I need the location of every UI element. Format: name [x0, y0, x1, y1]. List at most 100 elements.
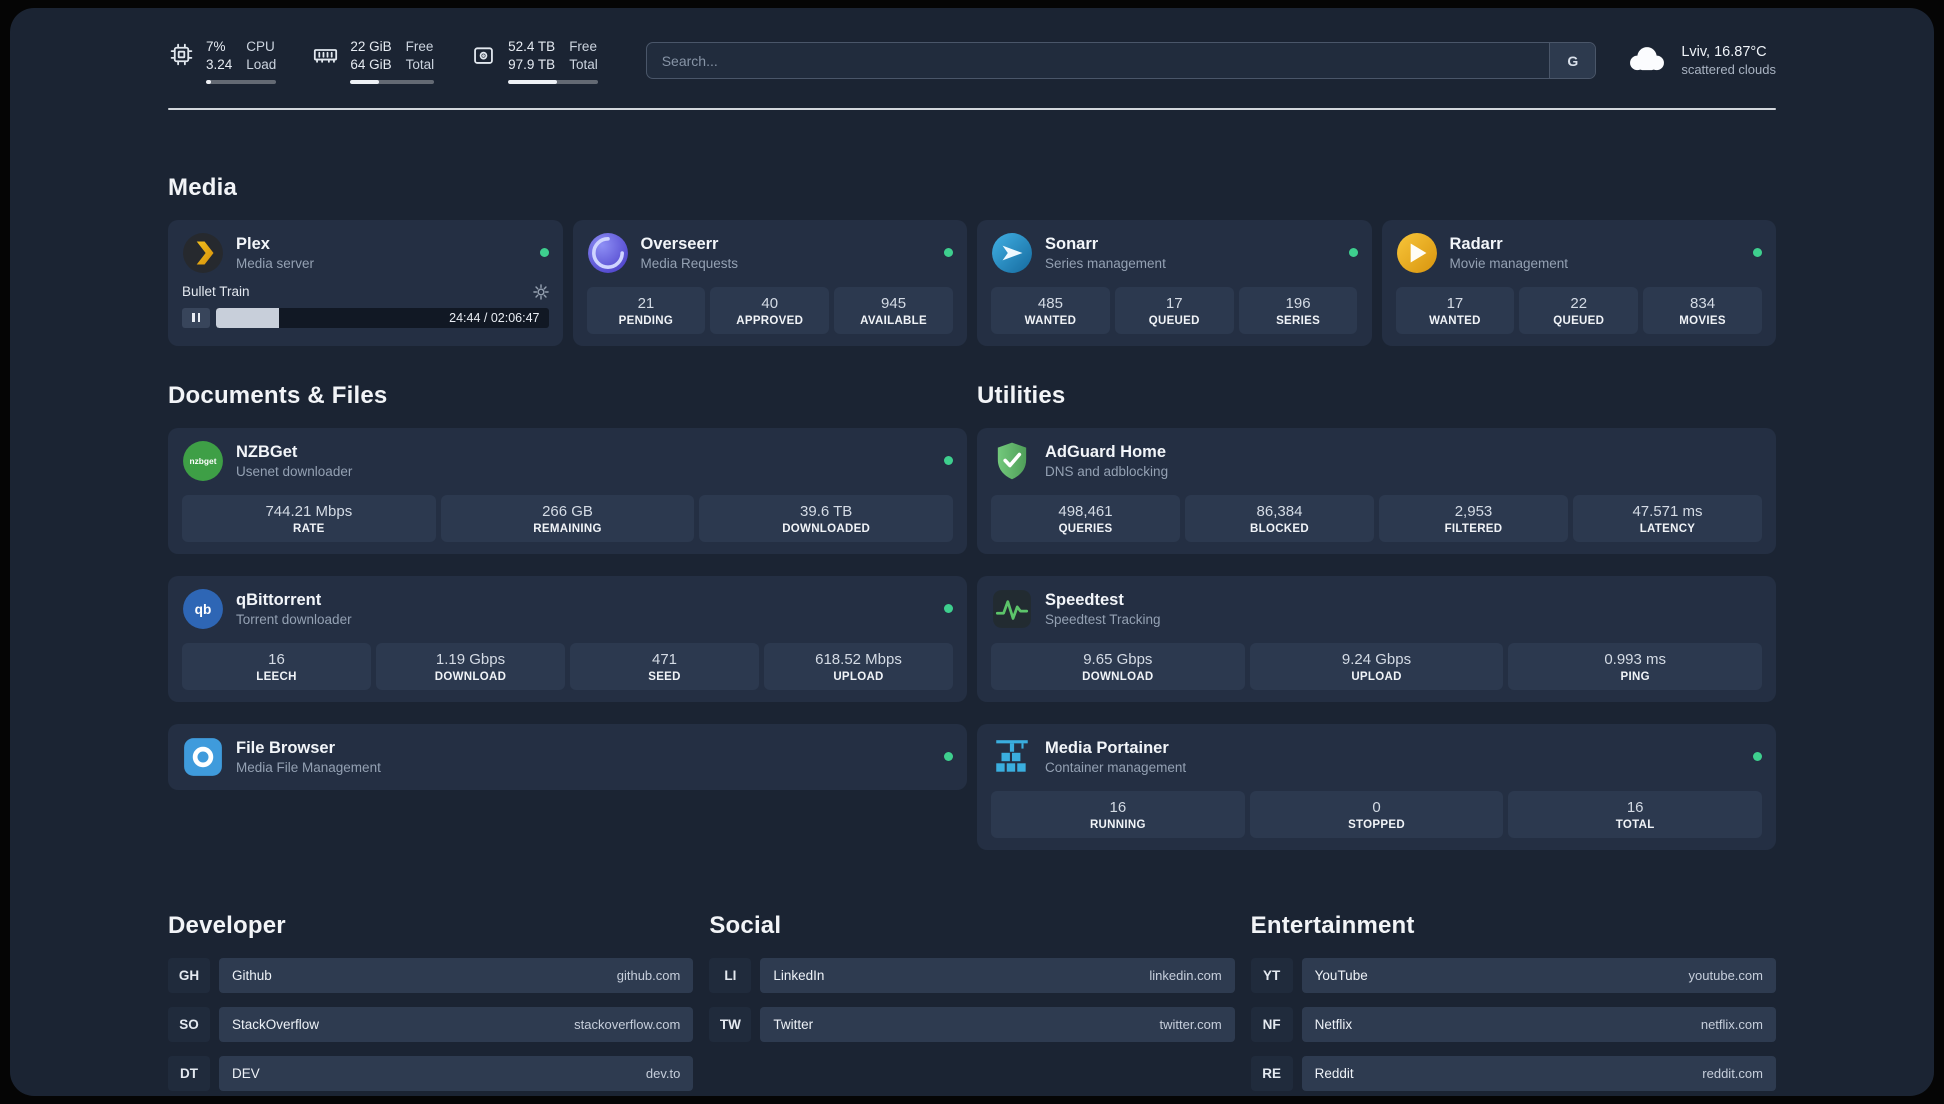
card-sonarr[interactable]: Sonarr Series management 485 WANTED 17 Q…	[977, 219, 1372, 346]
stat-wanted: 485 WANTED	[991, 286, 1110, 334]
status-dot	[944, 752, 953, 762]
section-title-utilities: Utilities	[977, 381, 1066, 409]
stat-approved: 40 APPROVED	[710, 286, 830, 334]
link-twitter[interactable]: TW Twitter twitter.com	[709, 1006, 1235, 1042]
link-bar: Netflix netflix.com	[1301, 1006, 1776, 1042]
disk-free-label: Free	[569, 39, 597, 54]
card-portainer[interactable]: Media Portainer Container management 16 …	[977, 723, 1776, 850]
ram-icon	[312, 41, 339, 73]
link-bar: Twitter twitter.com	[760, 1006, 1235, 1042]
two-column-section: Documents & Files nzbget NZBGet Usenet d…	[168, 382, 1776, 850]
link-bar: YouTube youtube.com	[1301, 957, 1776, 993]
playback-progress-bar[interactable]: 24:44 / 02:06:47	[216, 307, 549, 328]
link-bar: DEV dev.to	[219, 1055, 694, 1091]
stat-download: 1.19 Gbps DOWNLOAD	[376, 642, 565, 690]
weather-widget: Lviv, 16.87°C scattered clouds	[1624, 42, 1776, 79]
card-filebrowser[interactable]: File Browser Media File Management	[168, 723, 967, 790]
status-dot	[539, 248, 549, 258]
app-name: Overseerr	[640, 234, 719, 253]
cpu-icon	[168, 41, 195, 73]
svg-text:nzbget: nzbget	[190, 456, 217, 466]
stat-queued: 22 QUEUED	[1519, 286, 1639, 334]
disk-total-value: 97.9 TB	[508, 56, 556, 72]
status-dot	[1753, 752, 1762, 762]
utilities-column: Utilities AdGuard Home DNS and adblockin…	[977, 382, 1776, 850]
topbar-divider	[168, 107, 1776, 110]
playback-progress-fill	[216, 307, 280, 328]
stat-movies: 834 MOVIES	[1643, 286, 1762, 334]
disk-icon	[470, 41, 497, 73]
stat-leech: 16 LEECH	[182, 642, 371, 690]
disk-progress-bar	[508, 79, 598, 84]
stat-wanted: 17 WANTED	[1395, 286, 1515, 334]
cpu-usage-value: 7%	[206, 39, 226, 54]
card-radarr[interactable]: Radarr Movie management 17 WANTED 22 QUE…	[1381, 219, 1776, 346]
link-abbr: TW	[709, 1006, 752, 1042]
links-section: Developer GH Github github.com SO StackO…	[168, 912, 1776, 1091]
card-qbittorrent[interactable]: qb qBittorrent Torrent downloader 16 LEE…	[168, 575, 967, 702]
link-linkedin[interactable]: LI LinkedIn linkedin.com	[709, 957, 1235, 993]
link-abbr: DT	[168, 1055, 210, 1091]
app-name: AdGuard Home	[1045, 442, 1167, 461]
link-youtube[interactable]: YT YouTube youtube.com	[1250, 957, 1776, 993]
status-dot	[944, 248, 953, 258]
cpu-label: CPU	[246, 39, 275, 54]
stat-queued: 17 QUEUED	[1114, 286, 1234, 334]
now-playing-title: Bullet Train	[182, 284, 250, 300]
adguard-icon	[991, 440, 1033, 482]
app-subtitle: Torrent downloader	[236, 611, 352, 627]
ram-progress-bar	[350, 79, 435, 84]
cpu-progress-bar	[206, 79, 277, 84]
ram-total-label: Total	[405, 56, 435, 72]
card-nzbget[interactable]: nzbget NZBGet Usenet downloader 744.21 M…	[168, 427, 967, 554]
app-subtitle: Movie management	[1449, 255, 1569, 271]
search-bar: G	[645, 42, 1597, 80]
app-subtitle: Container management	[1045, 759, 1187, 775]
link-abbr: LI	[709, 957, 752, 993]
stat-downloaded: 39.6 TB DOWNLOADED	[699, 494, 954, 542]
settings-gear-icon[interactable]	[532, 283, 549, 300]
stat-pending: 21 PENDING	[586, 286, 706, 334]
search-engine-button[interactable]: G	[1549, 43, 1596, 79]
qbittorrent-icon: qb	[182, 588, 224, 630]
status-dot	[944, 456, 953, 466]
disk-free-value: 52.4 TB	[508, 39, 556, 54]
overseerr-icon	[587, 232, 629, 274]
link-dev[interactable]: DT DEV dev.to	[168, 1055, 694, 1091]
ram-widget: 22 GiB 64 GiB Free Total	[312, 38, 435, 84]
stat-available: 945 AVAILABLE	[834, 286, 953, 334]
stat-upload: 9.24 Gbps UPLOAD	[1249, 642, 1504, 690]
link-github[interactable]: GH Github github.com	[168, 957, 694, 993]
topbar: 7% 3.24 CPU Load 22 GiB 64 GiB Free Tota…	[168, 38, 1776, 84]
ram-free-value: 22 GiB	[350, 39, 392, 54]
stat-remaining: 266 GB REMAINING	[440, 494, 695, 542]
link-bar: Reddit reddit.com	[1301, 1055, 1776, 1091]
link-netflix[interactable]: NF Netflix netflix.com	[1250, 1006, 1776, 1042]
link-reddit[interactable]: RE Reddit reddit.com	[1250, 1055, 1776, 1091]
developer-column: Developer GH Github github.com SO StackO…	[168, 912, 694, 1091]
app-name: Plex	[236, 234, 270, 253]
link-abbr: YT	[1250, 957, 1293, 993]
card-adguard[interactable]: AdGuard Home DNS and adblocking 498,461 …	[977, 427, 1776, 554]
status-dot	[944, 604, 953, 614]
search-input[interactable]	[646, 43, 1550, 79]
card-plex[interactable]: Plex Media server Bullet Train 24:44 / 0…	[168, 219, 563, 346]
media-card-grid: Plex Media server Bullet Train 24:44 / 0…	[168, 219, 1776, 346]
pause-button[interactable]	[182, 307, 210, 328]
disk-progress-fill	[508, 79, 557, 84]
card-overseerr[interactable]: Overseerr Media Requests 21 PENDING 40 A…	[572, 219, 967, 346]
card-speedtest[interactable]: Speedtest Speedtest Tracking 9.65 Gbps D…	[977, 575, 1776, 702]
app-subtitle: Usenet downloader	[236, 463, 353, 479]
link-stackoverflow[interactable]: SO StackOverflow stackoverflow.com	[168, 1006, 694, 1042]
status-dot	[1753, 248, 1762, 258]
ram-progress-fill	[350, 79, 379, 84]
link-bar: Github github.com	[219, 957, 694, 993]
stat-series: 196 SERIES	[1238, 286, 1358, 334]
section-title-media: Media	[168, 173, 238, 201]
app-name: NZBGet	[236, 442, 298, 461]
stat-download: 9.65 Gbps DOWNLOAD	[991, 642, 1245, 690]
disk-widget: 52.4 TB 97.9 TB Free Total	[470, 38, 598, 84]
stat-seed: 471 SEED	[570, 642, 759, 690]
plex-icon	[182, 232, 224, 274]
app-name: Sonarr	[1045, 234, 1099, 253]
